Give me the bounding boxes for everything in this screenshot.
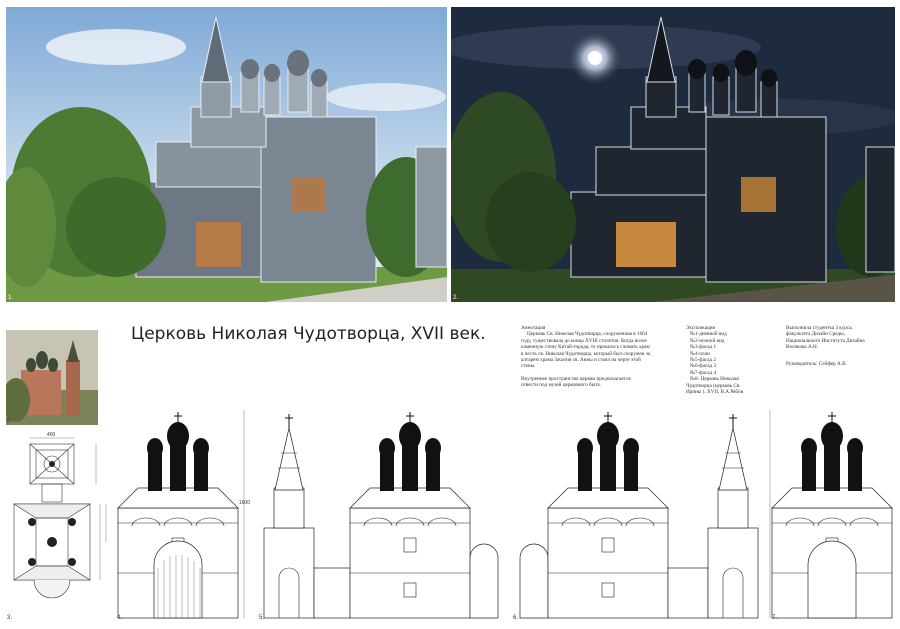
elevation-dim: 1600 — [238, 500, 250, 506]
annotation-block: Аннотация Церковь Св. Николая Чудотворца… — [521, 325, 650, 389]
day-render-panel: 1. — [6, 7, 447, 302]
annotation-line: Церковь Св. Николая Чудотворца, сооружен… — [527, 331, 648, 338]
elevation-4-panel: 1600 4. — [116, 400, 250, 622]
night-render-panel: 2. — [451, 7, 895, 302]
elevation-6-panel: 6. — [512, 400, 764, 622]
panel-number-6: 6. — [513, 615, 519, 621]
elevation-4-drawing — [117, 410, 245, 619]
page-title: Церковь Николая Чудотворца, XVII век. — [131, 324, 486, 344]
historic-church-image — [6, 330, 98, 425]
panel-number-3: 3. — [7, 615, 13, 621]
supervisor-line: Руководитель: Сейфер А.В. — [786, 360, 847, 367]
night-render-image — [451, 7, 895, 302]
panel-number-5: 5. — [259, 615, 265, 621]
explication-line: №8- Церковь Николая — [690, 376, 739, 383]
panel-number-8: 8. — [7, 418, 13, 424]
plan-drawing-panel: 400 3. — [6, 432, 114, 622]
elevation-7-drawing — [769, 410, 893, 619]
annotation-line: каменную стену Китай-города, то пришлось… — [521, 344, 650, 351]
elevation-5-drawing — [263, 411, 499, 619]
elevation-7-panel: 7. — [766, 400, 896, 622]
panel-number-2: 2. — [453, 295, 459, 301]
day-render-image — [6, 7, 447, 302]
explication-block: Экспликация №1-дневной вид №2-ночной вид… — [686, 325, 743, 395]
annotation-line: алтарем храма Зачатия св. Анны и стоял н… — [521, 357, 641, 364]
historic-image-panel: 8. — [6, 330, 98, 425]
elevation-6-drawing — [519, 411, 759, 619]
plan-dim-top: 400 — [47, 432, 56, 438]
annotation-line: отвести под музей церковного быта. — [521, 382, 602, 389]
author-block: Выполнила студентка 3 курса, факультета … — [786, 325, 865, 367]
plan-drawing — [12, 437, 107, 599]
panel-number-7: 7. — [772, 615, 778, 621]
explication-line: Ирины ), XVII, В.А.Рябов — [686, 389, 744, 396]
panel-number-4: 4. — [117, 615, 123, 621]
panel-number-1: 1. — [8, 295, 14, 301]
elevation-5-panel: 5. — [258, 400, 506, 622]
